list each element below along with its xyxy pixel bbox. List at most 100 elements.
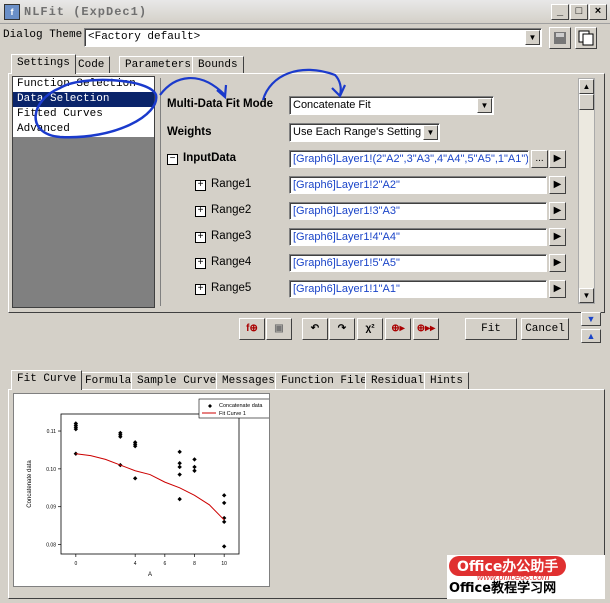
title-bar: f NLFit (ExpDec1) _ □ × (0, 0, 610, 24)
chevron-down-icon: ▼ (477, 98, 492, 113)
watermark: Office办公助手 Office教程学习网 www.office68.com (447, 555, 605, 599)
tab-code[interactable]: Code (72, 56, 111, 74)
tab-bounds[interactable]: Bounds (192, 56, 244, 74)
list-item-fitted-curves[interactable]: Fitted Curves (13, 107, 154, 122)
browse-button[interactable]: ... (531, 150, 548, 168)
range-field[interactable]: [Graph6]Layer1!1"A1" (289, 280, 547, 298)
save-button[interactable]: ▣ (266, 318, 292, 340)
legend-label-data: Concatenate data (219, 403, 263, 409)
undo-icon: ↶ (310, 323, 320, 334)
x-tick-label: 10 (221, 561, 227, 567)
undo-button[interactable]: ↶ (302, 318, 328, 340)
fit-button[interactable]: Fit (465, 318, 517, 340)
scroll-down-icon[interactable]: ▼ (579, 288, 594, 303)
fit-one-iteration-button[interactable]: f⊕ (239, 318, 265, 340)
scroll-thumb[interactable] (579, 94, 594, 110)
chevron-down-icon: ▼ (525, 30, 540, 45)
collapse-icon[interactable]: − (167, 154, 178, 165)
data-point (221, 493, 227, 498)
range-field[interactable]: [Graph6]Layer1!4"A4" (289, 228, 547, 246)
expand-icon[interactable]: + (195, 258, 206, 269)
legend-label-fit: Fit Curve 1 (219, 411, 246, 417)
weights-select[interactable]: Use Each Range's Setting ▼ (289, 123, 440, 142)
x-tick-label: 8 (193, 561, 196, 567)
range-menu-button[interactable]: ▶ (549, 228, 566, 246)
expand-down-button[interactable]: ▲ (581, 329, 601, 343)
settings-tree: Function Selection Data Selection Fitted… (12, 76, 155, 308)
data-point (177, 496, 182, 502)
fit-until-converged-button[interactable]: ⊕▸▸ (413, 318, 439, 340)
redo-button[interactable]: ↷ (329, 318, 355, 340)
dialog-theme-label: Dialog Theme (3, 29, 83, 41)
list-item-advanced[interactable]: Advanced (13, 122, 154, 137)
nlfit-icon: f (4, 4, 20, 20)
one-iteration-icon: ⊕▸ (391, 323, 405, 334)
fit-curve-preview: 0 4 6 8 10 0.08 0.09 0.10 0.11 A Concatenate data C… (13, 393, 282, 587)
data-point (221, 544, 227, 549)
dialog-theme-select[interactable]: <Factory default> ▼ (84, 28, 542, 47)
data-point (177, 460, 182, 466)
expand-icon[interactable]: + (195, 180, 206, 191)
fit-curve-chart: 0 4 6 8 10 0.08 0.09 0.10 0.11 A Concatenate data C… (27, 398, 282, 578)
range-field[interactable]: [Graph6]Layer1!3"A3" (289, 202, 547, 220)
redo-icon: ↷ (337, 323, 347, 334)
expand-up-button[interactable]: ▼ (581, 312, 601, 326)
data-point (132, 476, 138, 481)
save-theme-button[interactable] (549, 27, 571, 49)
tab-hints[interactable]: Hints (424, 372, 470, 390)
y-tick-label: 0.10 (46, 467, 56, 473)
close-button[interactable]: × (589, 4, 607, 20)
x-tick-label: 4 (134, 561, 137, 567)
range-menu-button[interactable]: ▶ (549, 176, 566, 194)
triangle-right-icon: ▶ (553, 231, 562, 242)
expand-icon[interactable]: + (195, 284, 206, 295)
data-point (221, 519, 227, 525)
range-field[interactable]: [Graph6]Layer1!2"A2" (289, 176, 547, 194)
theme-options-button[interactable] (575, 27, 597, 49)
y-axis-label: Concatenate data (27, 460, 33, 508)
fit-icon: f⊕ (246, 323, 258, 334)
list-item-function-selection[interactable]: Function Selection (13, 77, 154, 92)
triangle-right-icon: ▶ (553, 179, 562, 190)
scroll-up-icon[interactable]: ▲ (579, 79, 594, 94)
tab-settings[interactable]: Settings (11, 54, 76, 74)
data-point (192, 468, 197, 473)
y-tick-label: 0.09 (46, 505, 56, 511)
input-data-field[interactable]: [Graph6]Layer1!(2"A2",3"A3",4"A4",5"A5",… (289, 150, 529, 168)
minimize-button[interactable]: _ (551, 4, 569, 20)
data-point (177, 449, 182, 455)
range-menu-button[interactable]: ▶ (549, 254, 566, 272)
fit-curve-line (75, 453, 225, 521)
data-point (192, 464, 197, 470)
list-item-data-selection[interactable]: Data Selection (13, 92, 154, 107)
range-menu-button[interactable]: ▶ (549, 280, 566, 298)
range-label: Range2 (211, 204, 252, 216)
input-data-menu-button[interactable]: ▶ (549, 150, 566, 168)
triangle-right-icon: ▶ (553, 205, 562, 216)
tab-residual[interactable]: Residual (365, 372, 430, 390)
tab-messages[interactable]: Messages (216, 372, 281, 390)
y-tick-label: 0.08 (46, 543, 56, 549)
tab-parameters[interactable]: Parameters (119, 56, 198, 74)
range-menu-button[interactable]: ▶ (549, 202, 566, 220)
property-scrollbar[interactable]: ▲ ▼ (578, 78, 595, 304)
tab-sample-curve[interactable]: Sample Curve (131, 372, 223, 390)
range-label: Range5 (211, 282, 252, 294)
watermark-url: www.office68.com (477, 572, 550, 582)
expand-icon[interactable]: + (195, 232, 206, 243)
x-axis-label: A (148, 572, 152, 578)
window-title: NLFit (ExpDec1) (24, 5, 148, 19)
multi-data-fit-mode-select[interactable]: Concatenate Fit ▼ (289, 96, 494, 115)
maximize-button[interactable]: □ (570, 4, 588, 20)
expand-icon[interactable]: + (195, 206, 206, 217)
triangle-right-icon: ▶ (553, 257, 562, 268)
tab-function-file[interactable]: Function File (275, 372, 373, 390)
cancel-button[interactable]: Cancel (521, 318, 569, 340)
one-iteration-button[interactable]: ⊕▸ (385, 318, 411, 340)
fit-until-converged-icon: ⊕▸▸ (416, 323, 436, 334)
tab-fit-curve[interactable]: Fit Curve (11, 370, 83, 390)
chi-square-icon: χ² (365, 323, 375, 334)
chi-square-button[interactable]: χ² (357, 318, 383, 340)
tab-formula[interactable]: Formula (79, 372, 138, 390)
range-field[interactable]: [Graph6]Layer1!5"A5" (289, 254, 547, 272)
